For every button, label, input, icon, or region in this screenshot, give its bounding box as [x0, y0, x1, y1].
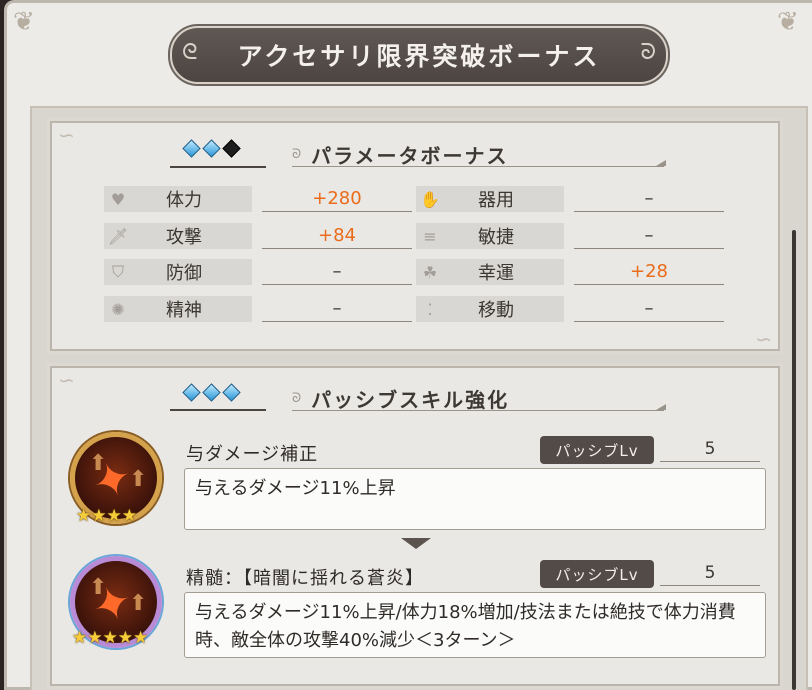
- panel-ornament-icon: ∽: [58, 123, 75, 147]
- gem-filled-icon: [202, 139, 221, 158]
- stat-name: 器用: [478, 190, 514, 211]
- gem-filled-icon: [202, 383, 221, 402]
- clover-icon: ☘: [422, 262, 438, 282]
- stat-row: ✺ 精神 –: [104, 296, 412, 322]
- spirit-icon: ✺: [111, 299, 125, 319]
- stat-row: ⛉ 防御 –: [104, 259, 412, 285]
- stat-value: –: [262, 296, 412, 322]
- gem-filled-icon: [182, 383, 201, 402]
- skill-description: 与えるダメージ11%上昇/体力18%増加/技法または絶技で体力消費時、敵全体の攻…: [184, 592, 766, 658]
- stat-name: 防御: [166, 263, 202, 284]
- stat-name: 攻撃: [166, 227, 202, 248]
- passive-lv-value: 5: [660, 560, 760, 586]
- stat-value: +280: [262, 186, 412, 212]
- stat-name: 精神: [166, 300, 202, 321]
- hand-icon: ✋: [420, 189, 440, 209]
- stat-value: –: [262, 259, 412, 285]
- dialog-title: アクセサリ限界突破ボーナス: [237, 42, 601, 71]
- stat-value: +28: [574, 259, 724, 285]
- swirl-icon: ᘐ: [292, 391, 302, 406]
- gem-empty-icon: [222, 139, 241, 158]
- stat-name: 体力: [166, 190, 202, 211]
- stat-row: ✋ 器用 –: [416, 186, 724, 212]
- stat-value: –: [574, 296, 724, 322]
- passive-lv-value: 5: [660, 436, 760, 462]
- stat-row: ♥ 体力 +280: [104, 186, 412, 212]
- footprints-icon: ⁚: [427, 299, 433, 319]
- header-rule-tick: [656, 160, 666, 166]
- stat-name: 幸運: [478, 263, 514, 284]
- gem-underline: [170, 166, 266, 168]
- title-banner: ᘓ アクセサリ限界突破ボーナス ᘐ: [168, 24, 670, 86]
- corner-ornament-left: ❦: [13, 7, 35, 37]
- stat-label: ☘ 幸運: [416, 259, 564, 285]
- sword-icon: 🗡: [107, 226, 129, 246]
- stat-name: 敏捷: [478, 227, 514, 248]
- stat-label: ≡ 敏捷: [416, 223, 564, 249]
- passive-lv-badge: パッシブLv: [540, 560, 654, 588]
- gem-underline: [170, 409, 266, 411]
- speed-lines-icon: ≡: [423, 226, 437, 246]
- flame-slash-icon: ✦: [84, 572, 140, 636]
- stat-label: ⛉ 防御: [104, 259, 252, 285]
- skill-name: 与ダメージ補正: [186, 444, 319, 465]
- header-rule: [292, 166, 664, 167]
- header-rule: [292, 410, 664, 411]
- stat-label: ⁚ 移動: [416, 296, 564, 322]
- flame-slash-icon: ✦: [84, 448, 140, 512]
- shield-icon: ⛉: [111, 262, 124, 281]
- swirl-icon: ᘐ: [292, 147, 302, 162]
- stat-name: 移動: [478, 300, 514, 321]
- stat-value: –: [574, 186, 724, 212]
- stat-value: +84: [262, 223, 412, 249]
- stat-row: ≡ 敏捷 –: [416, 223, 724, 249]
- parameter-gems: [182, 139, 241, 158]
- passive-lv-badge: パッシブLv: [540, 436, 654, 464]
- scrollbar[interactable]: [792, 230, 796, 690]
- parameter-section-title: パラメータボーナス: [311, 144, 509, 168]
- skill-description: 与えるダメージ11%上昇: [184, 468, 766, 530]
- stat-row: ☘ 幸運 +28: [416, 259, 724, 285]
- passive-section-title: パッシブスキル強化: [311, 388, 510, 412]
- stat-label: ✺ 精神: [104, 296, 252, 322]
- stat-row: 🗡 攻撃 +84: [104, 223, 412, 249]
- corner-ornament-right: ❦: [777, 7, 799, 37]
- panel-ornament-icon: ∽: [755, 327, 772, 351]
- rarity-stars: ★★★★: [76, 506, 137, 526]
- stat-label: ✋ 器用: [416, 186, 564, 212]
- star-icon: ★★★★: [76, 506, 137, 526]
- panel-ornament-icon: ∽: [58, 368, 75, 392]
- passive-section-header: ᘐ パッシブスキル強化: [292, 384, 509, 413]
- chevron-down-icon: [401, 538, 431, 549]
- stat-label: 🗡 攻撃: [104, 223, 252, 249]
- stat-value: –: [574, 223, 724, 249]
- stat-row: ⁚ 移動 –: [416, 296, 724, 322]
- banner-swirl-left-icon: ᘓ: [182, 40, 198, 65]
- star-icon: ★★★★★: [72, 628, 149, 648]
- header-rule-tick: [656, 404, 666, 410]
- gem-filled-icon: [182, 139, 201, 158]
- skill-name: 精髄：【暗闇に揺れる蒼炎】: [186, 568, 424, 589]
- banner-swirl-right-icon: ᘐ: [640, 40, 657, 65]
- passive-gems: [182, 383, 241, 402]
- gem-filled-icon: [222, 383, 241, 402]
- parameter-section-header: ᘐ パラメータボーナス: [292, 140, 509, 169]
- rarity-stars: ★★★★★: [72, 628, 148, 648]
- stat-label: ♥ 体力: [104, 186, 252, 212]
- heart-icon: ♥: [110, 189, 126, 209]
